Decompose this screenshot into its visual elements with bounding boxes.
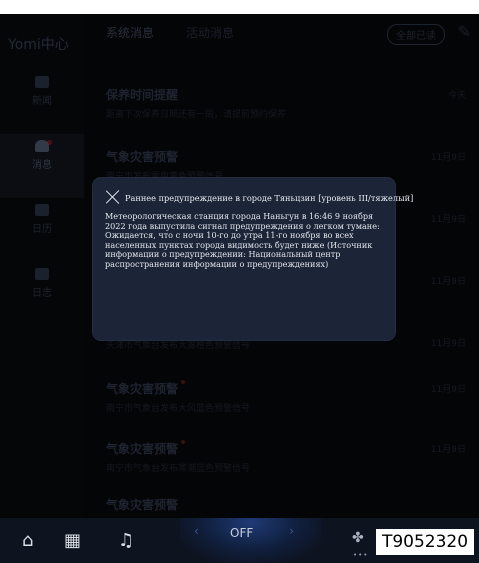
read-all-button[interactable]: 全部已读 [387, 24, 445, 45]
home-icon[interactable]: ⌂ [22, 530, 33, 551]
list-item[interactable]: 气象灾害预警 南宁市气象台发布大风蓝色预警信号 11月9日 [106, 380, 466, 424]
unread-dot [47, 140, 52, 145]
chevron-right-icon[interactable]: › [289, 524, 294, 538]
unread-dot [181, 440, 186, 444]
dialog-body: Метеорологическая станция города Наньгун… [105, 211, 380, 269]
music-icon[interactable]: ♫ [118, 530, 134, 551]
close-icon[interactable] [105, 189, 121, 205]
message-title: 气象灾害预警 [106, 380, 466, 397]
log-icon [35, 268, 49, 280]
message-title: 气象灾害预警 [106, 498, 179, 512]
apps-grid-icon[interactable]: ▦ [64, 530, 81, 551]
list-item[interactable]: 气象灾害预警 南宁市气象台发布寒潮蓝色预警信号 11月9日 [106, 440, 466, 484]
tab-bar: 系统消息 活动消息 [106, 24, 234, 41]
list-item[interactable]: 保养时间提醒 距离下次保养日期还有一周，请提前预约保养 今天 [106, 86, 466, 130]
message-time: 11月9日 [430, 277, 466, 287]
sidebar-item-label: 新闻 [32, 96, 52, 107]
calendar-icon [35, 204, 49, 216]
sidebar-item-label: 日志 [32, 288, 52, 299]
tab-activity-messages[interactable]: 活动消息 [186, 24, 234, 41]
climate-status[interactable]: OFF [230, 526, 253, 540]
sidebar-item-label: 日历 [32, 224, 52, 235]
unread-dot [181, 380, 186, 384]
message-title-text: 气象灾害预警 [106, 442, 179, 456]
tab-system-messages[interactable]: 系统消息 [106, 24, 154, 41]
list-item[interactable]: 气象灾害预警 [106, 496, 466, 518]
message-title: 保养时间提醒 [106, 88, 179, 102]
sidebar-item-messages[interactable]: 消息 [0, 134, 84, 198]
top-strip [0, 0, 479, 14]
message-time: 11月9日 [430, 153, 466, 163]
message-time: 11月9日 [430, 385, 466, 395]
message-time: 11月9日 [430, 215, 466, 225]
message-subtitle: 南宁市气象台发布寒潮蓝色预警信号 [106, 464, 251, 474]
id-label: T9052320 [376, 529, 474, 555]
message-time: 11月9日 [430, 445, 466, 455]
dialog-title: Раннее предупреждение в городе Тяньцзин … [125, 193, 414, 203]
chevron-left-icon[interactable]: ‹ [194, 524, 199, 538]
brand-title: Yomi中心 [8, 37, 69, 53]
climate-control: ‹ OFF › [180, 518, 322, 563]
list-item[interactable]: 天津市气象台发布大雾橙色预警信号 11月9日 [106, 334, 466, 378]
sidebar-item-log[interactable]: 日志 [0, 262, 84, 326]
message-title: 气象灾害预警 [106, 150, 179, 164]
message-title: 气象灾害预警 [106, 440, 466, 457]
warning-dialog: Раннее предупреждение в городе Тяньцзин … [93, 178, 414, 340]
message-subtitle: 南宁市气象台发布大风蓝色预警信号 [106, 404, 251, 414]
fan-icon[interactable]: ✤ [352, 530, 364, 546]
sidebar-item-news[interactable]: 新闻 [0, 70, 84, 134]
fan-level-icon: ••• [353, 551, 369, 559]
message-subtitle: 距离下次保养日期还有一周，请提前预约保养 [106, 110, 287, 120]
message-title-text: 气象灾害预警 [106, 382, 179, 396]
sidebar-item-calendar[interactable]: 日历 [0, 198, 84, 262]
sidebar: Yomi中心 新闻 消息 日历 日志 [0, 14, 84, 518]
edit-icon[interactable]: ✎ [458, 22, 471, 41]
news-icon [35, 76, 49, 88]
message-time: 11月9日 [430, 339, 466, 349]
sidebar-item-label: 消息 [32, 160, 52, 171]
message-time: 今天 [447, 91, 466, 101]
